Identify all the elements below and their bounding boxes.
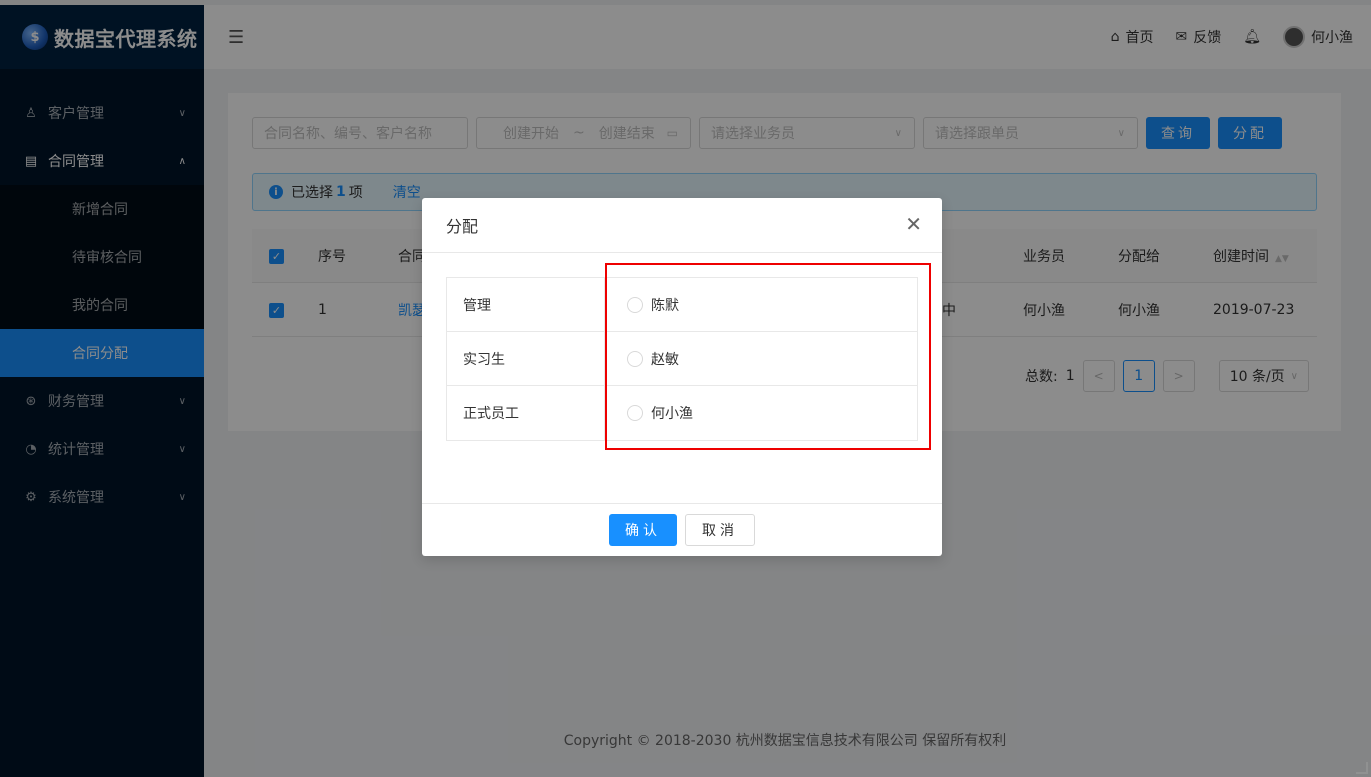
option-group-label: 管理 xyxy=(447,278,605,331)
assign-modal: 分配 ✕ 管理 陈默 实习生 赵敏 正式员工 何小渔 确认 取消 xyxy=(422,198,942,556)
cancel-button[interactable]: 取消 xyxy=(685,514,755,546)
modal-header: 分配 xyxy=(422,198,942,253)
option-person-label: 何小渔 xyxy=(651,406,693,422)
resize-handle-icon[interactable] xyxy=(1356,762,1368,774)
option-row: 管理 陈默 xyxy=(447,278,917,332)
option-row: 实习生 赵敏 xyxy=(447,332,917,386)
option-person-label: 赵敏 xyxy=(651,351,679,368)
close-icon[interactable]: ✕ xyxy=(905,212,922,236)
modal-body: 管理 陈默 实习生 赵敏 正式员工 何小渔 xyxy=(422,253,942,465)
option-group-label: 实习生 xyxy=(447,332,605,385)
radio-icon[interactable] xyxy=(627,405,643,421)
radio-icon[interactable] xyxy=(627,296,643,313)
radio-icon[interactable] xyxy=(627,350,643,367)
option-row: 正式员工 何小渔 xyxy=(447,386,917,440)
option-radio-zhao[interactable]: 赵敏 xyxy=(605,332,917,385)
confirm-button[interactable]: 确认 xyxy=(609,514,677,546)
modal-title: 分配 xyxy=(446,217,479,236)
option-radio-he[interactable]: 何小渔 xyxy=(605,386,917,440)
option-person-label: 陈默 xyxy=(651,297,679,314)
assign-options-table: 管理 陈默 实习生 赵敏 正式员工 何小渔 xyxy=(446,277,918,441)
option-radio-chen[interactable]: 陈默 xyxy=(605,278,917,331)
option-group-label: 正式员工 xyxy=(447,386,605,440)
modal-footer: 确认 取消 xyxy=(422,503,942,556)
